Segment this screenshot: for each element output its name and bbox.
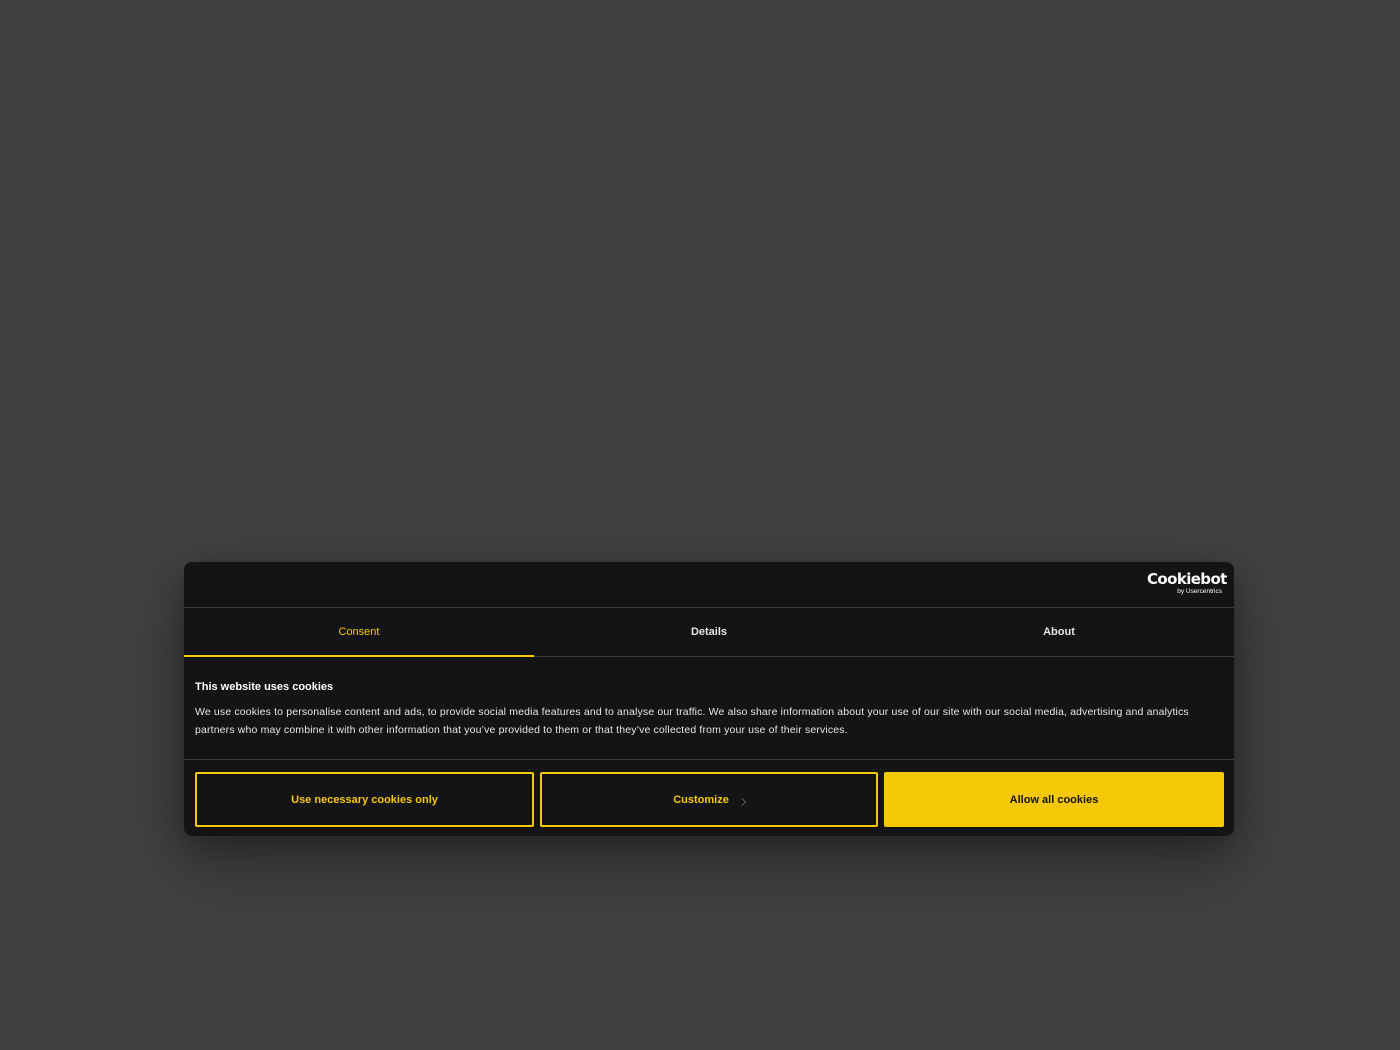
tab-consent[interactable]: Consent (184, 608, 534, 657)
logo-tagline: by Usercentrics (1177, 588, 1222, 595)
customize-label: Customize (673, 793, 729, 806)
tab-consent-label: Consent (338, 626, 380, 638)
consent-panel: This website uses cookies We use cookies… (195, 680, 1225, 739)
tab-details-label: Details (690, 626, 728, 638)
tab-about[interactable]: About (884, 608, 1234, 656)
chevron-right-icon (737, 797, 747, 806)
tab-about-label: About (1043, 626, 1075, 638)
logo-wordmark: Cookiebot (1147, 570, 1227, 588)
tab-bar: Consent Details About (184, 608, 1234, 657)
cookie-consent-dialog: Cookiebot by Usercentrics Consent Detail… (184, 562, 1234, 836)
customize-button[interactable]: Customize (540, 772, 878, 827)
consent-description: We use cookies to personalise content an… (195, 706, 1189, 736)
necessary-cookies-label: Use necessary cookies only (291, 793, 438, 806)
dialog-header: Cookiebot by Usercentrics (184, 562, 1234, 608)
button-bar: Use necessary cookies only Customize All… (184, 759, 1234, 836)
necessary-cookies-button[interactable]: Use necessary cookies only (195, 772, 534, 827)
consent-title: This website uses cookies (195, 681, 334, 693)
allow-all-cookies-label: Allow all cookies (1009, 793, 1099, 806)
tab-details[interactable]: Details (534, 608, 884, 656)
page-backdrop (0, 0, 1400, 1050)
allow-all-cookies-button[interactable]: Allow all cookies (884, 772, 1224, 827)
cookiebot-logo[interactable]: Cookiebot by Usercentrics (1147, 570, 1227, 597)
